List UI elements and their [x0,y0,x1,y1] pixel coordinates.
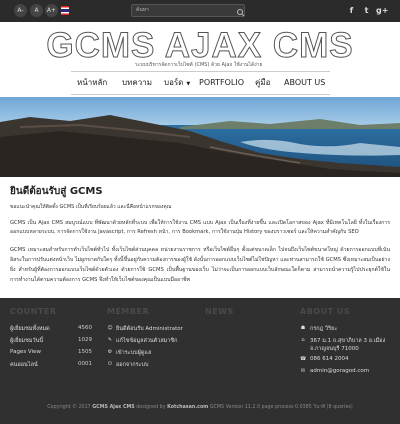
copyright-brand[interactable]: GCMS Ajax CMS [92,405,134,410]
font-normal-button[interactable]: A [30,4,43,17]
top-bar: A- A A+ ค้นหา f t g+ [0,0,400,22]
member-link[interactable]: แก้ไขข้อมูลส่วนตัวสมาชิก [116,337,177,345]
search-input[interactable]: ค้นหา [131,4,245,17]
thai-flag-icon[interactable] [61,6,69,15]
about-address: 367 ม.1 ถ.สุขาภิบาล 3 อ.เมือง จ.กาญจนบุร… [310,338,386,352]
font-larger-button[interactable]: A+ [45,4,58,17]
counter-value: 1029 [78,337,92,343]
about-heading: ABOUT US [300,307,351,316]
counter-value: 0001 [78,361,92,367]
main-nav: หน้าหลัก บทความ บอร์ด ▼ PORTFOLIO คู่มือ … [71,71,330,95]
about-name: กรกฎ วิริยะ [310,326,338,332]
nav-item-home[interactable]: หน้าหลัก [77,72,107,94]
counter-value: 1505 [78,349,92,355]
counter-label: ผู้เยี่ยมชมทั้งหมด [10,326,50,332]
counter-label: Pages View [10,349,41,355]
member-heading: MEMBER [107,307,150,316]
chevron-down-icon: ▼ [186,81,191,87]
counter-heading: COUNTER [10,307,57,316]
nav-item-board[interactable]: บอร์ด ▼ [164,72,190,94]
description-paragraph: GCMS เหมาะสมสำหรับการทำเว็บไซต์ทั่วไป ทั… [10,247,390,283]
hero-banner-image [0,97,400,177]
settings-icon: ⚙ [107,349,113,355]
twitter-icon[interactable]: t [361,5,372,16]
counter-label: คนออนไลน์ [10,362,38,368]
member-link[interactable]: ออกจากระบบ [116,361,148,369]
edit-icon: ✎ [107,337,113,343]
counter-label: ผู้เยี่ยมชมวันนี้ [10,338,44,344]
about-email[interactable]: admin@goragod.com [310,368,369,374]
nav-item-portfolio[interactable]: PORTFOLIO [199,72,244,94]
nav-item-articles[interactable]: บทความ [122,72,152,94]
site-logo[interactable]: GCMS AJAX CMS [0,26,400,66]
member-link[interactable]: ยินดีต้อนรับ Administrator [116,325,183,333]
font-smaller-button[interactable]: A- [14,4,27,17]
facebook-icon[interactable]: f [346,5,357,16]
page-subtitle: ขอแนะนำคุณให้ติดตั้ง GCMS เป็นที่เรียบร้… [10,204,172,210]
person-icon: ☗ [300,325,306,331]
nav-item-about-us[interactable]: ABOUT US [284,72,325,94]
site-tagline: ระบบบริหารจัดการเว็บไซต์ (CMS) ด้วย Ajax… [135,62,263,68]
search-icon[interactable] [235,4,247,17]
copyright-designer-link[interactable]: Kotchasan.com [167,405,208,410]
counter-value: 4560 [78,325,92,331]
location-icon: ⌂ [301,337,305,343]
user-icon: ☺ [107,325,113,331]
intro-paragraph: GCMS เป็น Ajax CMS สมบูรณ์แบบ ที่พัฒนาด้… [10,220,390,235]
news-heading: NEWS [205,307,234,316]
about-phone: 086 614 2004 [310,356,349,362]
email-icon: ✉ [300,368,306,374]
copyright: Copyright © 2017 GCMS Ajax CMS designed … [47,405,353,410]
google-plus-icon[interactable]: g+ [376,5,388,16]
member-link[interactable]: เข้าระบบผู้ดูแล [116,349,151,357]
nav-item-manual[interactable]: คู่มือ [255,72,270,94]
logout-icon: ⏻ [108,361,112,367]
phone-icon: ☎ [300,356,307,362]
page-title: ยินดีต้อนรับสู่ GCMS [10,186,103,197]
